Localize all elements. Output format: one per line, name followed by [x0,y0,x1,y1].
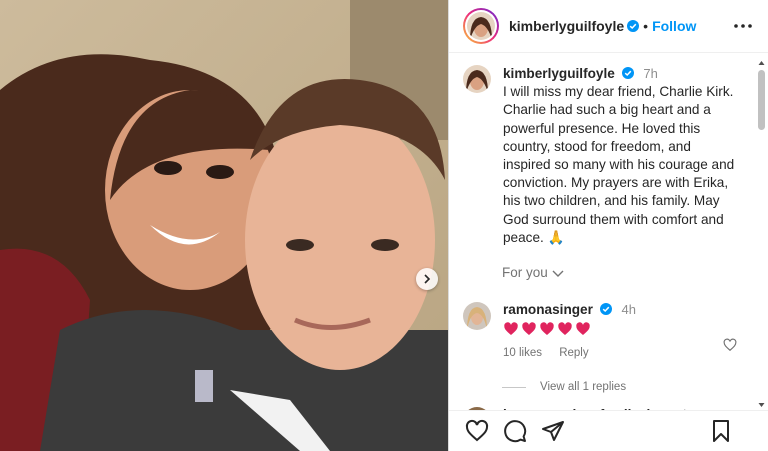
verified-icon [621,67,634,79]
red-heart-icon [522,322,536,336]
view-replies-label: View all 1 replies [540,381,627,394]
red-heart-icon [540,322,554,336]
comments-scroll-area[interactable]: kimberlyguilfoyle 7h I will miss my dear… [449,53,768,411]
for-you-toggle[interactable]: For you [502,265,768,280]
chevron-down-icon [552,270,564,277]
post-sidebar: kimberlyguilfoyle • Follow kimberlyguilf… [448,0,768,451]
next-photo-button[interactable] [416,268,438,290]
verified-icon [627,20,640,32]
author-username[interactable]: kimberlyguilfoyle [509,18,624,34]
heart-outline-icon[interactable] [465,419,489,443]
verified-icon [599,303,612,316]
caption-text: I will miss my dear friend, Charlie Kirk… [503,84,735,245]
caption: kimberlyguilfoyle 7h I will miss my dear… [449,53,768,247]
scrollbar-thumb[interactable] [758,70,765,130]
red-heart-icon [576,322,590,336]
bookmark-icon[interactable] [709,419,733,443]
caption-time[interactable]: 7h [643,66,657,81]
caption-username[interactable]: kimberlyguilfoyle [503,66,615,81]
heart-outline-icon[interactable] [723,338,737,352]
commenter-avatar[interactable] [463,302,491,331]
comment-likes[interactable]: 10 likes [503,347,542,359]
comment-time[interactable]: 4h [621,302,635,317]
more-icon[interactable] [731,14,755,38]
comment-item: ramonasinger 4h 10 likes Reply [449,280,768,359]
reply-button[interactable]: Reply [559,347,588,359]
caption-avatar[interactable] [463,65,491,93]
comment-text [503,321,636,337]
view-replies-button[interactable]: View all 1 replies [502,381,768,393]
post-actions-bar [449,410,768,451]
commenter-username[interactable]: ramonasinger [503,302,593,317]
red-heart-icon [558,322,572,336]
post-photo [0,0,448,451]
next-arrow-icon [424,274,431,284]
share-icon[interactable] [541,419,565,443]
for-you-label: For you [502,265,548,281]
header-separator: • [643,18,649,34]
follow-button[interactable]: Follow [652,18,696,34]
scrollbar[interactable] [758,61,765,407]
replies-divider [502,386,526,388]
post-header: kimberlyguilfoyle • Follow [449,0,768,53]
red-heart-icon [504,322,518,336]
comment-icon[interactable] [503,419,527,443]
comment-item: home_garden_family_joy 4h [449,393,768,411]
author-avatar[interactable] [463,8,499,44]
